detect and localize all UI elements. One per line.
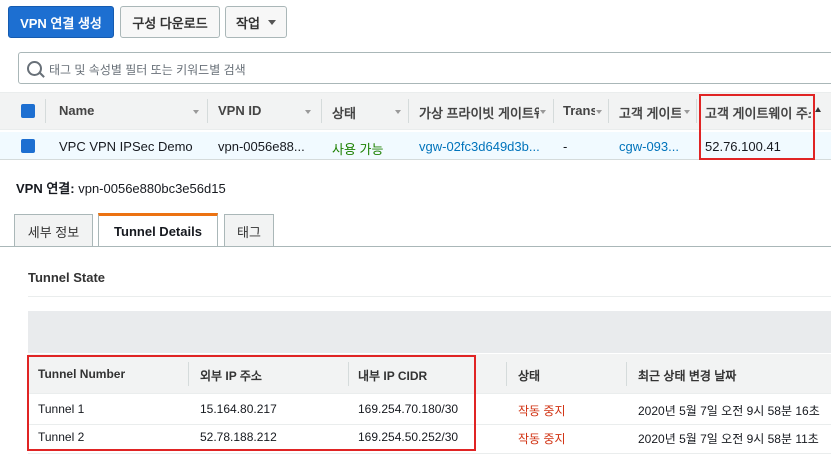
tunnel-last-change: 2020년 5월 7일 오전 9시 58분 11초 (638, 432, 819, 446)
row-vgw-link[interactable]: vgw-02fc3d649d3b... (419, 139, 549, 154)
column-header-customer-gateway[interactable]: 고객 게이트 (619, 103, 681, 122)
column-header-virtual-private-gateway[interactable]: 가상 프라이빗 게이트웨 (419, 103, 539, 122)
row-checkbox[interactable] (21, 139, 35, 153)
row-vpn-id: vpn-0056e88... (218, 139, 305, 154)
column-separator (626, 362, 627, 386)
sort-icon[interactable] (193, 110, 199, 114)
vpn-connection-label: VPN 연결: vpn-0056e880bc3e56d15 (16, 178, 226, 197)
sort-icon[interactable] (305, 110, 311, 114)
column-header-transit-gateway[interactable]: Trans (563, 103, 595, 118)
download-configuration-button[interactable]: 구성 다운로드 (120, 6, 220, 38)
select-all-checkbox[interactable] (21, 104, 35, 118)
row-name: VPC VPN IPSec Demo (59, 139, 193, 154)
tunnel-status: 작동 중지 (518, 432, 566, 446)
section-title: Tunnel State (28, 270, 106, 285)
create-vpn-connection-button[interactable]: VPN 연결 생성 (8, 6, 114, 38)
column-header-name[interactable]: Name (59, 103, 179, 118)
row-state: 사용 가능 (332, 142, 384, 157)
column-header-status: 상태 (518, 369, 541, 383)
sort-icon[interactable] (684, 110, 690, 114)
column-separator (207, 99, 208, 123)
table-toolbar (28, 311, 831, 353)
sort-icon[interactable] (395, 110, 401, 114)
row-transit-gateway: - (563, 139, 568, 154)
search-input[interactable]: 태그 및 속성별 필터 또는 키워드별 검색 (18, 52, 831, 84)
row-cgw-link[interactable]: cgw-093... (619, 139, 691, 154)
column-separator (553, 99, 554, 123)
column-header-state[interactable]: 상태 (332, 103, 392, 122)
column-separator (45, 99, 46, 123)
column-separator (321, 99, 322, 123)
search-placeholder: 태그 및 속성별 필터 또는 키워드별 검색 (49, 63, 246, 77)
vpn-connection-id: vpn-0056e880bc3e56d15 (78, 181, 226, 196)
column-separator (408, 99, 409, 123)
chevron-down-icon (267, 19, 276, 25)
highlight-box (699, 94, 815, 160)
sort-ascending-icon[interactable] (815, 107, 821, 112)
column-header-last-status-change: 최근 상태 변경 날짜 (638, 369, 737, 383)
actions-label: 작업 (236, 15, 260, 31)
tunnel-status: 작동 중지 (518, 404, 566, 418)
search-icon (27, 61, 42, 76)
sort-icon[interactable] (596, 110, 602, 114)
tab-tunnel-details[interactable]: Tunnel Details (98, 213, 218, 247)
column-separator (696, 99, 697, 123)
column-header-vpn-id[interactable]: VPN ID (218, 103, 298, 118)
actions-dropdown-button[interactable]: 작업 (225, 6, 287, 38)
highlight-box (27, 355, 476, 451)
vpn-connection-key: VPN 연결: (16, 181, 75, 196)
section-divider (28, 296, 831, 297)
column-separator (608, 99, 609, 123)
column-separator (506, 362, 507, 386)
tab-tags[interactable]: 태그 (224, 214, 274, 247)
tunnel-last-change: 2020년 5월 7일 오전 9시 58분 16초 (638, 404, 820, 418)
tabs-divider (0, 246, 831, 247)
tab-details[interactable]: 세부 정보 (14, 214, 93, 247)
sort-icon[interactable] (540, 110, 546, 114)
